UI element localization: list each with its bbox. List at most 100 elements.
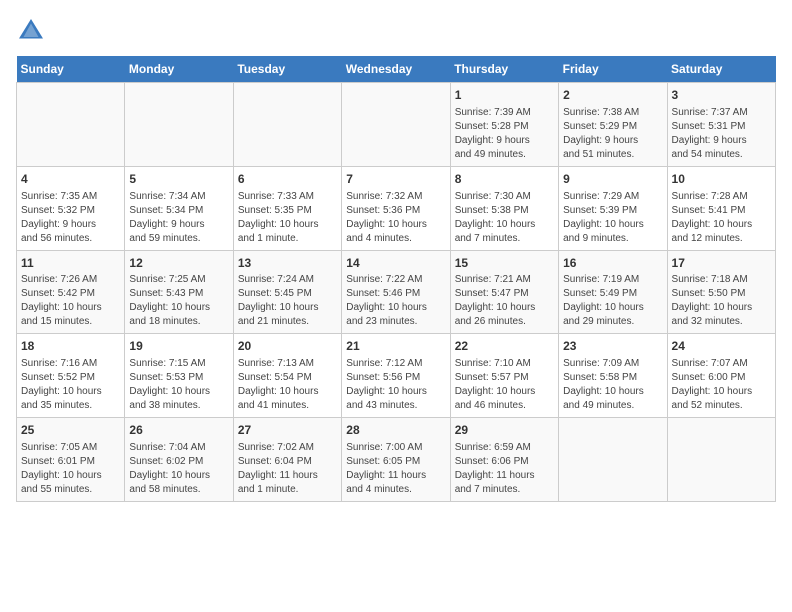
day-number: 2 [563, 87, 662, 104]
weekday-header-friday: Friday [559, 56, 667, 83]
cell-content: Sunrise: 7:37 AM Sunset: 5:31 PM Dayligh… [672, 106, 771, 162]
calendar-cell: 1 Sunrise: 7:39 AM Sunset: 5:28 PM Daylig… [450, 83, 558, 167]
calendar-row: 11Sunrise: 7:26 AM Sunset: 5:42 PM Dayli… [17, 250, 776, 334]
cell-content: Sunrise: 7:34 AM Sunset: 5:34 PM Dayligh… [129, 190, 228, 246]
cell-content: Sunrise: 7:13 AM Sunset: 5:54 PM Dayligh… [238, 357, 337, 413]
cell-content: Sunrise: 6:59 AM Sunset: 6:06 PM Dayligh… [455, 441, 554, 497]
calendar-cell: 14Sunrise: 7:22 AM Sunset: 5:46 PM Dayli… [342, 250, 450, 334]
day-number: 18 [21, 338, 120, 355]
calendar-cell: 8 Sunrise: 7:30 AM Sunset: 5:38 PM Daylig… [450, 166, 558, 250]
weekday-header-sunday: Sunday [17, 56, 125, 83]
cell-content: Sunrise: 7:29 AM Sunset: 5:39 PM Dayligh… [563, 190, 662, 246]
weekday-header-tuesday: Tuesday [233, 56, 341, 83]
day-number: 9 [563, 171, 662, 188]
weekday-header-wednesday: Wednesday [342, 56, 450, 83]
day-number: 15 [455, 255, 554, 272]
cell-content: Sunrise: 7:02 AM Sunset: 6:04 PM Dayligh… [238, 441, 337, 497]
day-number: 11 [21, 255, 120, 272]
day-number: 3 [672, 87, 771, 104]
day-number: 26 [129, 422, 228, 439]
calendar-cell: 5 Sunrise: 7:34 AM Sunset: 5:34 PM Daylig… [125, 166, 233, 250]
cell-content: Sunrise: 7:22 AM Sunset: 5:46 PM Dayligh… [346, 273, 445, 329]
cell-content: Sunrise: 7:10 AM Sunset: 5:57 PM Dayligh… [455, 357, 554, 413]
day-number: 1 [455, 87, 554, 104]
day-number: 16 [563, 255, 662, 272]
cell-content: Sunrise: 7:09 AM Sunset: 5:58 PM Dayligh… [563, 357, 662, 413]
day-number: 8 [455, 171, 554, 188]
day-number: 10 [672, 171, 771, 188]
calendar-cell: 19 Sunrise: 7:15 AM Sunset: 5:53 PM Dayli… [125, 334, 233, 418]
calendar-cell: 28 Sunrise: 7:00 AM Sunset: 6:05 PM Dayli… [342, 418, 450, 502]
cell-content: Sunrise: 7:16 AM Sunset: 5:52 PM Dayligh… [21, 357, 120, 413]
cell-content: Sunrise: 7:39 AM Sunset: 5:28 PM Dayligh… [455, 106, 554, 162]
cell-content: Sunrise: 7:26 AM Sunset: 5:42 PM Dayligh… [21, 273, 120, 329]
calendar-cell: 10 Sunrise: 7:28 AM Sunset: 5:41 PM Dayli… [667, 166, 775, 250]
weekday-header-thursday: Thursday [450, 56, 558, 83]
day-number: 4 [21, 171, 120, 188]
calendar-cell: 11Sunrise: 7:26 AM Sunset: 5:42 PM Dayli… [17, 250, 125, 334]
calendar-row: 18 Sunrise: 7:16 AM Sunset: 5:52 PM Dayli… [17, 334, 776, 418]
cell-content: Sunrise: 7:35 AM Sunset: 5:32 PM Dayligh… [21, 190, 120, 246]
day-number: 20 [238, 338, 337, 355]
calendar-cell [559, 418, 667, 502]
calendar-cell [17, 83, 125, 167]
calendar-cell: 23 Sunrise: 7:09 AM Sunset: 5:58 PM Dayli… [559, 334, 667, 418]
calendar-cell: 29 Sunrise: 6:59 AM Sunset: 6:06 PM Dayli… [450, 418, 558, 502]
day-number: 24 [672, 338, 771, 355]
day-number: 22 [455, 338, 554, 355]
calendar-cell: 6 Sunrise: 7:33 AM Sunset: 5:35 PM Daylig… [233, 166, 341, 250]
cell-content: Sunrise: 7:18 AM Sunset: 5:50 PM Dayligh… [672, 273, 771, 329]
day-number: 19 [129, 338, 228, 355]
calendar-cell: 24 Sunrise: 7:07 AM Sunset: 6:00 PM Dayli… [667, 334, 775, 418]
calendar-cell: 16Sunrise: 7:19 AM Sunset: 5:49 PM Dayli… [559, 250, 667, 334]
calendar-cell: 13Sunrise: 7:24 AM Sunset: 5:45 PM Dayli… [233, 250, 341, 334]
day-number: 27 [238, 422, 337, 439]
weekday-header-monday: Monday [125, 56, 233, 83]
day-number: 29 [455, 422, 554, 439]
cell-content: Sunrise: 7:04 AM Sunset: 6:02 PM Dayligh… [129, 441, 228, 497]
calendar-row: 4 Sunrise: 7:35 AM Sunset: 5:32 PM Daylig… [17, 166, 776, 250]
cell-content: Sunrise: 7:24 AM Sunset: 5:45 PM Dayligh… [238, 273, 337, 329]
weekday-header-saturday: Saturday [667, 56, 775, 83]
day-number: 12 [129, 255, 228, 272]
cell-content: Sunrise: 7:12 AM Sunset: 5:56 PM Dayligh… [346, 357, 445, 413]
calendar-cell: 12Sunrise: 7:25 AM Sunset: 5:43 PM Dayli… [125, 250, 233, 334]
day-number: 5 [129, 171, 228, 188]
day-number: 21 [346, 338, 445, 355]
cell-content: Sunrise: 7:25 AM Sunset: 5:43 PM Dayligh… [129, 273, 228, 329]
cell-content: Sunrise: 7:33 AM Sunset: 5:35 PM Dayligh… [238, 190, 337, 246]
cell-content: Sunrise: 7:19 AM Sunset: 5:49 PM Dayligh… [563, 273, 662, 329]
calendar-cell: 7Sunrise: 7:32 AM Sunset: 5:36 PM Daylig… [342, 166, 450, 250]
calendar-cell: 15Sunrise: 7:21 AM Sunset: 5:47 PM Dayli… [450, 250, 558, 334]
logo [16, 16, 50, 46]
calendar-cell: 17Sunrise: 7:18 AM Sunset: 5:50 PM Dayli… [667, 250, 775, 334]
page-header [16, 16, 776, 46]
calendar-cell [125, 83, 233, 167]
calendar-cell: 25Sunrise: 7:05 AM Sunset: 6:01 PM Dayli… [17, 418, 125, 502]
calendar-cell [342, 83, 450, 167]
day-number: 14 [346, 255, 445, 272]
cell-content: Sunrise: 7:30 AM Sunset: 5:38 PM Dayligh… [455, 190, 554, 246]
calendar-cell: 3 Sunrise: 7:37 AM Sunset: 5:31 PM Daylig… [667, 83, 775, 167]
day-number: 28 [346, 422, 445, 439]
cell-content: Sunrise: 7:00 AM Sunset: 6:05 PM Dayligh… [346, 441, 445, 497]
cell-content: Sunrise: 7:15 AM Sunset: 5:53 PM Dayligh… [129, 357, 228, 413]
day-number: 23 [563, 338, 662, 355]
day-number: 13 [238, 255, 337, 272]
calendar-row: 1 Sunrise: 7:39 AM Sunset: 5:28 PM Daylig… [17, 83, 776, 167]
calendar-cell: 18 Sunrise: 7:16 AM Sunset: 5:52 PM Dayli… [17, 334, 125, 418]
calendar-cell: 21 Sunrise: 7:12 AM Sunset: 5:56 PM Dayli… [342, 334, 450, 418]
cell-content: Sunrise: 7:07 AM Sunset: 6:00 PM Dayligh… [672, 357, 771, 413]
day-number: 17 [672, 255, 771, 272]
calendar-cell: 27 Sunrise: 7:02 AM Sunset: 6:04 PM Dayli… [233, 418, 341, 502]
cell-content: Sunrise: 7:38 AM Sunset: 5:29 PM Dayligh… [563, 106, 662, 162]
logo-icon [16, 16, 46, 46]
calendar-cell: 20 Sunrise: 7:13 AM Sunset: 5:54 PM Dayli… [233, 334, 341, 418]
calendar-cell: 26 Sunrise: 7:04 AM Sunset: 6:02 PM Dayli… [125, 418, 233, 502]
cell-content: Sunrise: 7:28 AM Sunset: 5:41 PM Dayligh… [672, 190, 771, 246]
calendar-cell [667, 418, 775, 502]
day-number: 6 [238, 171, 337, 188]
calendar-row: 25Sunrise: 7:05 AM Sunset: 6:01 PM Dayli… [17, 418, 776, 502]
day-number: 25 [21, 422, 120, 439]
calendar-cell: 9 Sunrise: 7:29 AM Sunset: 5:39 PM Daylig… [559, 166, 667, 250]
